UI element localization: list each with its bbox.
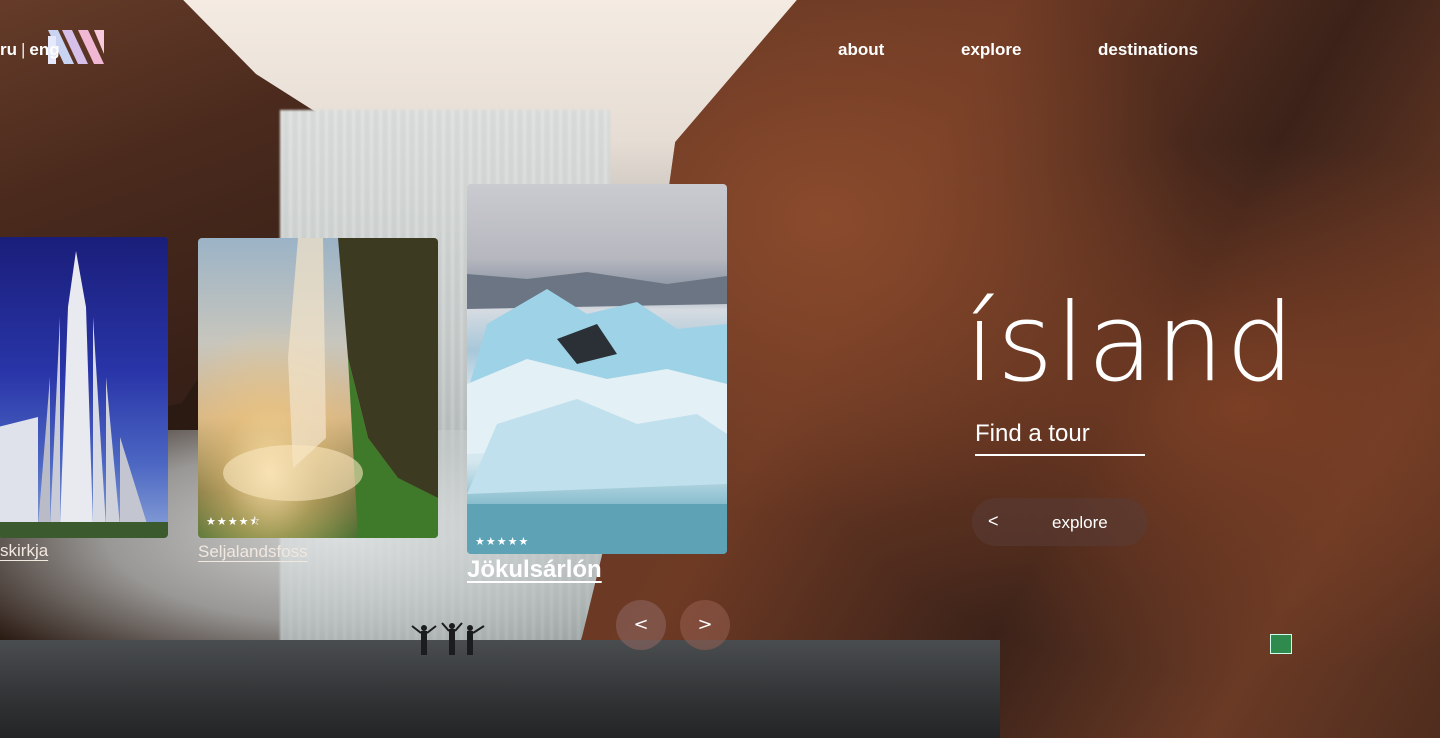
lang-eng[interactable]: eng (29, 40, 59, 59)
people-silhouettes (411, 622, 485, 655)
waterfall-illustration (223, 238, 438, 538)
carousel-prev-button[interactable]: < (616, 600, 666, 650)
carousel-next-button[interactable]: > (680, 600, 730, 650)
lang-ru[interactable]: ru (0, 40, 17, 59)
trail-sign (1270, 634, 1292, 654)
find-tour-link[interactable]: Find a tour (975, 420, 1145, 456)
nav-explore[interactable]: explore (961, 40, 1021, 60)
explore-button[interactable]: < explore (972, 498, 1148, 546)
explore-button-label: explore (1052, 513, 1108, 532)
nav-destinations[interactable]: destinations (1098, 40, 1198, 60)
card-label-hallgrimskirkja[interactable]: skirkja (0, 541, 48, 561)
glacier-illustration (467, 272, 727, 554)
main-nav: about explore destinations ru | eng (0, 40, 1440, 64)
chevron-right-icon: > (697, 614, 713, 635)
chevron-left-icon: < (633, 614, 649, 635)
destination-card-hallgrimskirkja[interactable] (0, 237, 168, 538)
destination-card-seljalandsfoss[interactable]: ★★★★⯪ (198, 238, 438, 538)
rating-stars: ★★★★⯪ (206, 515, 261, 528)
hero-title: ísland (965, 281, 1297, 406)
nav-about[interactable]: about (838, 40, 884, 60)
ground (0, 640, 1000, 738)
destination-card-jokulsarlon[interactable]: ★★★★★ (467, 184, 727, 554)
church-illustration (0, 251, 168, 538)
chevron-left-icon: < (988, 511, 999, 531)
rating-stars: ★★★★★ (475, 535, 530, 548)
card-label-jokulsarlon[interactable]: Jökulsárlón (467, 556, 602, 584)
lang-separator: | (21, 40, 26, 59)
language-switcher: ru | eng (0, 40, 60, 59)
card-label-seljalandsfoss[interactable]: Seljalandsfoss (198, 542, 308, 562)
